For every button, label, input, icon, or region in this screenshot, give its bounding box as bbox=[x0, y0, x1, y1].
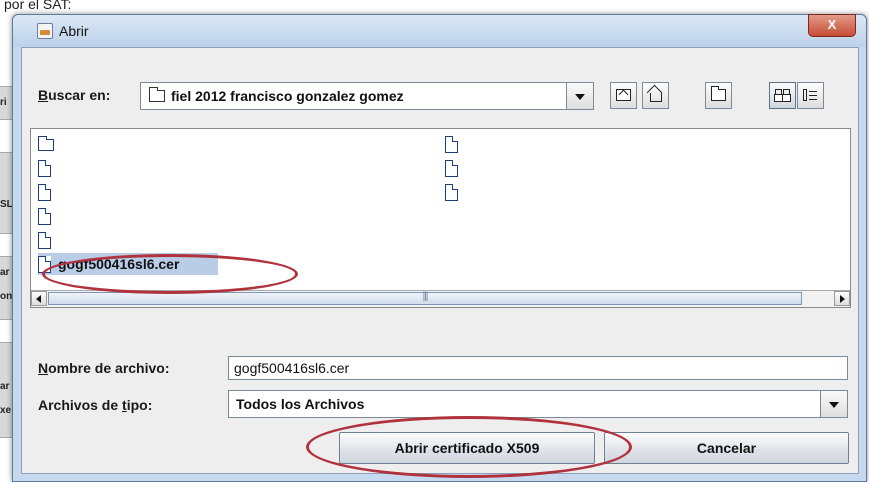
file-icon bbox=[38, 232, 51, 249]
dialog-title: Abrir bbox=[59, 23, 89, 39]
file-icon bbox=[38, 160, 51, 177]
scroll-left-icon[interactable] bbox=[31, 291, 47, 306]
list-item[interactable] bbox=[445, 157, 485, 179]
scrollbar-thumb[interactable] bbox=[48, 292, 802, 305]
file-icon bbox=[38, 184, 51, 201]
chevron-down-icon[interactable] bbox=[820, 391, 847, 417]
file-icon bbox=[38, 208, 51, 225]
list-item[interactable] bbox=[38, 229, 78, 251]
list-item[interactable] bbox=[38, 181, 78, 203]
list-item-selected-file[interactable]: gogf500416sl6.cer bbox=[38, 253, 218, 275]
list-item[interactable] bbox=[38, 205, 78, 227]
cancel-button[interactable]: Cancelar bbox=[604, 432, 849, 464]
title-bar[interactable]: Abrir X bbox=[13, 14, 866, 47]
file-type-label: Archivos de tipo: bbox=[38, 397, 153, 413]
close-button[interactable]: X bbox=[808, 14, 856, 37]
background-fragment: ri bbox=[0, 86, 12, 120]
file-name-label: Nombre de archivo: bbox=[38, 360, 170, 376]
new-folder-icon bbox=[711, 86, 726, 101]
scroll-right-icon[interactable] bbox=[834, 291, 850, 306]
home-icon bbox=[648, 89, 663, 102]
open-certificate-button[interactable]: Abrir certificado X509 bbox=[339, 432, 595, 464]
details-view-button[interactable] bbox=[797, 82, 824, 109]
background-fragment: ar on bbox=[0, 256, 12, 320]
list-item[interactable] bbox=[38, 157, 78, 179]
background-fragment: ar xe bbox=[0, 342, 12, 438]
dialog-body: Buscar en: fiel 2012 francisco gonzalez … bbox=[21, 47, 859, 474]
file-name-field[interactable]: gogf500416sl6.cer bbox=[228, 356, 848, 380]
file-icon bbox=[38, 256, 51, 273]
file-icon bbox=[445, 136, 458, 153]
up-one-level-button[interactable] bbox=[610, 82, 637, 109]
new-folder-button[interactable] bbox=[705, 82, 732, 109]
background-top-text: por el SAT: bbox=[4, 0, 72, 12]
file-type-value: Todos los Archivos bbox=[236, 396, 365, 412]
file-type-combo[interactable]: Todos los Archivos bbox=[228, 390, 848, 418]
horizontal-scrollbar[interactable] bbox=[31, 290, 850, 307]
look-in-combo[interactable]: fiel 2012 francisco gonzalez gomez bbox=[140, 82, 594, 110]
list-item[interactable] bbox=[445, 181, 485, 203]
background-fragment: SL bbox=[0, 152, 13, 234]
list-view-button[interactable] bbox=[769, 82, 796, 109]
home-button[interactable] bbox=[642, 82, 669, 109]
folder-icon bbox=[38, 136, 54, 151]
file-icon bbox=[445, 160, 458, 177]
open-dialog: Abrir X Buscar en: fiel 2012 francisco g… bbox=[12, 14, 867, 482]
list-item[interactable] bbox=[38, 133, 78, 155]
look-in-label: Buscar en: bbox=[38, 87, 111, 103]
file-icon bbox=[445, 184, 458, 201]
chevron-down-icon[interactable] bbox=[566, 83, 593, 109]
folder-icon bbox=[149, 87, 165, 102]
up-one-level-icon bbox=[616, 89, 631, 101]
file-list[interactable]: gogf500416sl6.cer bbox=[30, 128, 851, 308]
list-view-icon bbox=[775, 89, 790, 101]
java-app-icon bbox=[37, 23, 53, 39]
list-item[interactable] bbox=[445, 133, 485, 155]
look-in-value: fiel 2012 francisco gonzalez gomez bbox=[171, 88, 404, 104]
details-view-icon bbox=[803, 89, 818, 101]
